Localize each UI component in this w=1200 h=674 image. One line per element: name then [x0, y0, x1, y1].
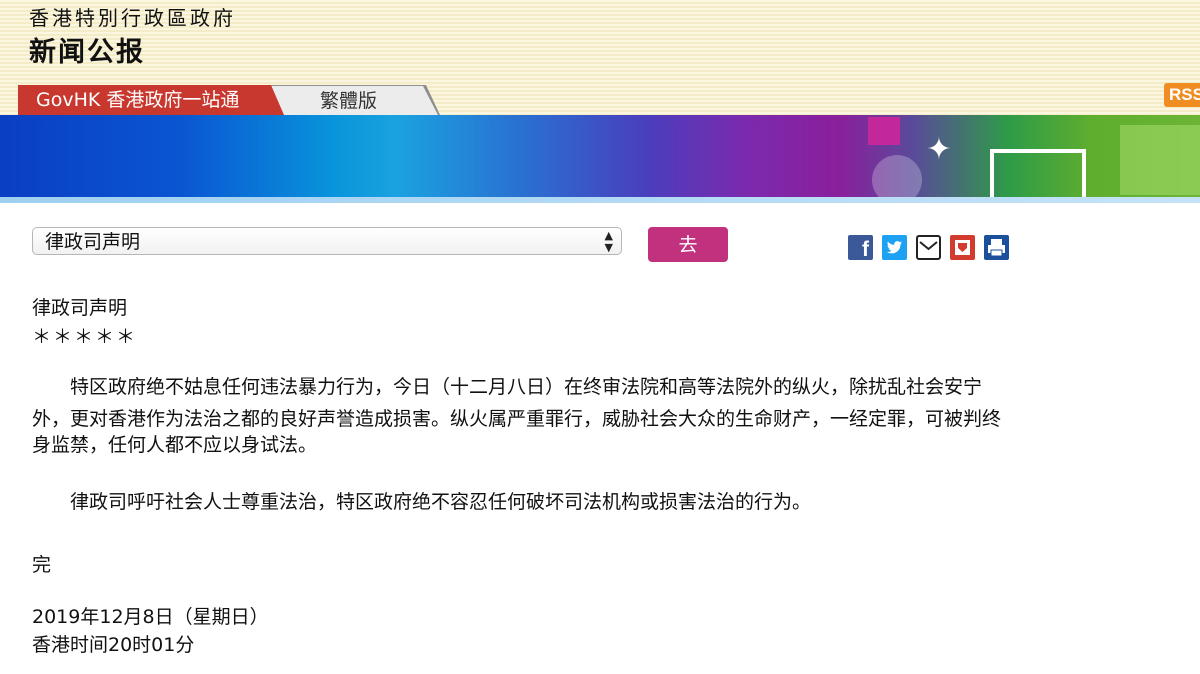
bulletin-title: 新闻公报: [29, 37, 145, 68]
paragraph-1-line-1: 特区政府绝不姑息任何违法暴力行为，今日（十二月八日）在终审法院和高等法院外的纵火…: [32, 376, 983, 398]
paragraph-2: 律政司呼吁社会人士尊重法治，特区政府绝不容忍任何破坏司法机构或损害法治的行为。: [32, 491, 812, 513]
article-stars: ＊＊＊＊＊: [32, 326, 138, 348]
article-end: 完: [32, 554, 52, 576]
tab-govhk[interactable]: GovHK 香港政府一站通: [18, 85, 284, 115]
bookmark-icon[interactable]: [950, 235, 975, 260]
email-icon[interactable]: [916, 235, 941, 260]
banner-pink-block: [868, 117, 900, 145]
bookmark-glyph: [955, 240, 970, 255]
tab-traditional[interactable]: 繁體版: [270, 86, 438, 115]
banner-light: [1120, 125, 1200, 195]
facebook-icon[interactable]: f: [848, 235, 873, 261]
org-title: 香港特別行政區政府: [29, 6, 236, 30]
go-button[interactable]: 去: [648, 227, 728, 262]
envelope-glyph: [919, 241, 938, 251]
twitter-icon[interactable]: [882, 235, 907, 260]
article-date: 2019年12月8日（星期日）: [32, 606, 269, 628]
twitter-bird-glyph: [886, 241, 902, 254]
select-arrows-icon: ▲ ▼: [604, 229, 613, 254]
rss-button[interactable]: RSS: [1164, 83, 1200, 107]
banner-bottom-bar: [0, 197, 1200, 203]
printer-glyph: [988, 239, 1005, 257]
category-select-value: 律政司声明: [45, 231, 141, 253]
banner: ✦: [0, 115, 1200, 197]
banner-frame: [990, 149, 1086, 197]
article-time: 香港时间20时01分: [32, 634, 195, 656]
category-select[interactable]: 律政司声明 ▲ ▼: [32, 227, 622, 255]
paragraph-1-line-3: 身监禁，任何人都不应以身试法。: [32, 434, 318, 456]
print-icon[interactable]: [984, 235, 1009, 260]
article-title: 律政司声明: [32, 297, 128, 319]
sparkle-icon: ✦: [926, 132, 952, 167]
